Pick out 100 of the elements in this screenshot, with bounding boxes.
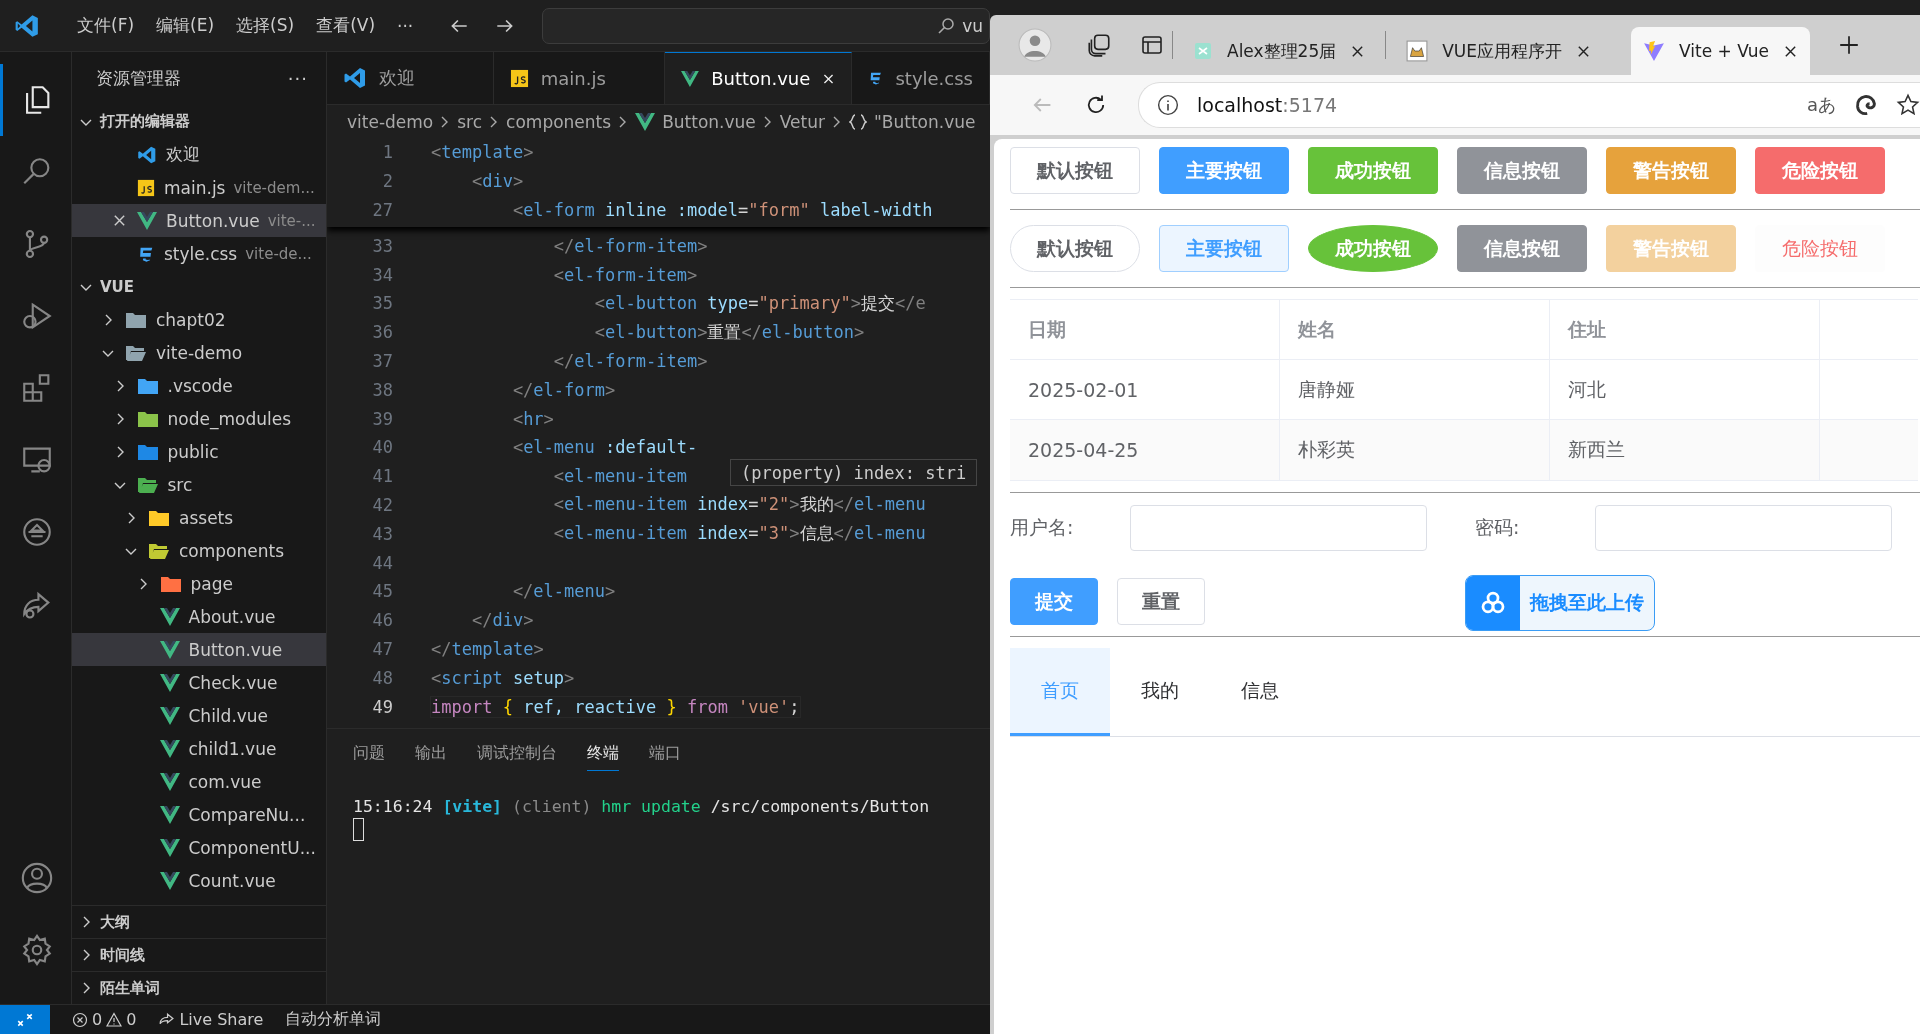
live-share-status[interactable]: Live Share xyxy=(158,1010,264,1029)
section-header[interactable]: 大纲 xyxy=(72,905,326,938)
folder-icon xyxy=(136,409,159,428)
breadcrumb-item[interactable]: vite-demo xyxy=(347,111,434,132)
vue-file-icon xyxy=(159,871,180,890)
table-cell: 唐静娅 xyxy=(1280,360,1550,419)
browser-tab[interactable]: Vite + Vue xyxy=(1631,27,1810,75)
folder-item[interactable]: assets xyxy=(72,501,326,534)
file-item[interactable]: Child.vue xyxy=(72,699,326,732)
menu-item[interactable]: 选择(S) xyxy=(225,14,306,37)
file-item[interactable]: ComponentU... xyxy=(72,831,326,864)
file-item[interactable]: About.vue xyxy=(72,600,326,633)
status-item[interactable]: 自动分析单词 xyxy=(285,1009,382,1030)
folder-item[interactable]: vite-demo xyxy=(72,336,326,369)
table-cell: 朴彩英 xyxy=(1280,420,1550,480)
open-editor-item[interactable]: style.css vite-de... xyxy=(72,237,326,270)
file-item[interactable]: CompareNu... xyxy=(72,798,326,831)
vue-file-icon xyxy=(159,739,180,758)
hover-tooltip: (property) index: stri xyxy=(730,459,978,487)
folder-item[interactable]: src xyxy=(72,468,326,501)
vue-file-icon xyxy=(159,838,180,857)
menu-item[interactable]: 编辑(E) xyxy=(145,14,226,37)
new-tab-icon[interactable] xyxy=(1837,34,1860,56)
vue-file-icon xyxy=(681,68,700,89)
line-number: 27 xyxy=(371,200,393,220)
breadcrumb-item[interactable]: components xyxy=(506,111,612,132)
editor-tab[interactable]: 欢迎 xyxy=(327,52,494,104)
problems-status[interactable]: 0 0 xyxy=(72,1010,137,1029)
file-item[interactable]: Check.vue xyxy=(72,666,326,699)
open-editor-item[interactable]: 欢迎 xyxy=(72,138,326,171)
code-line: </div> xyxy=(470,610,534,631)
terminal-line: 15:16:24 [vite] (client) hmr update /src/components/Button xyxy=(353,797,931,816)
breadcrumb-item[interactable]: src xyxy=(457,111,483,132)
open-editor-item[interactable]: main.js vite-dem... xyxy=(72,171,326,204)
input-field[interactable] xyxy=(1130,505,1427,551)
menu-item[interactable]: 查看(V) xyxy=(305,14,387,37)
editor-tab[interactable]: Button.vue xyxy=(665,52,853,104)
swirl-icon[interactable] xyxy=(1854,93,1878,117)
folder-item[interactable]: components xyxy=(72,534,326,567)
field-label: 用户名: xyxy=(1010,515,1075,540)
panel-tab[interactable]: 终端 xyxy=(587,737,619,771)
line-number: 34 xyxy=(371,264,393,285)
folder-item[interactable]: chapt02 xyxy=(72,303,326,336)
vue-file-icon xyxy=(159,640,180,659)
command-search-field[interactable]: vu xyxy=(542,7,990,44)
panel-tab[interactable]: 输出 xyxy=(415,737,447,771)
breadcrumb-item[interactable]: Vetur xyxy=(779,111,825,132)
read-aloud-icon[interactable]: aあ xyxy=(1806,93,1836,117)
address-bar[interactable]: localhost:5174 aあ xyxy=(1138,82,1920,128)
open-folder-icon xyxy=(148,541,170,560)
line-number: 38 xyxy=(371,379,393,400)
line-number: 1 xyxy=(381,142,393,163)
browser-tab[interactable]: Alex整理25届 xyxy=(1181,27,1378,75)
breadcrumb-item[interactable]: Button.vue xyxy=(662,111,756,132)
folder-item[interactable]: page xyxy=(72,567,326,600)
menu-item[interactable]: 文件(F) xyxy=(66,14,146,37)
line-number: 45 xyxy=(371,581,393,602)
profile-avatar-icon[interactable] xyxy=(1018,28,1052,62)
favorite-star-icon[interactable] xyxy=(1896,93,1920,117)
menu-item[interactable]: ··· xyxy=(386,15,425,36)
remote-button[interactable] xyxy=(0,1004,50,1034)
breadcrumb-item[interactable]: "Button.vue xyxy=(874,111,976,132)
workspaces-icon[interactable] xyxy=(1086,32,1112,58)
more-actions-icon[interactable]: ··· xyxy=(287,68,308,89)
open-editor-item[interactable]: Button.vue vite-... xyxy=(72,204,326,237)
input-field[interactable] xyxy=(1595,505,1892,551)
menu-item[interactable]: 信息 xyxy=(1210,648,1310,736)
folder-item[interactable]: .vscode xyxy=(72,369,326,402)
code-line: <el-button type="primary">提交</e xyxy=(593,291,926,315)
demo-button[interactable]: 默认按钮 xyxy=(1010,147,1140,194)
section-header[interactable]: 打开的编辑器 xyxy=(72,105,326,138)
folder-item[interactable]: node_modules xyxy=(72,402,326,435)
braces-icon xyxy=(849,113,867,130)
file-item[interactable]: Count.vue xyxy=(72,864,326,897)
code-line: <el-form-item> xyxy=(552,264,698,285)
line-number: 35 xyxy=(371,293,393,314)
section-header[interactable]: 时间线 xyxy=(72,938,326,971)
tab-actions-icon[interactable] xyxy=(1140,33,1164,57)
section-header[interactable]: VUE xyxy=(72,270,326,303)
panel-tab[interactable]: 端口 xyxy=(649,737,681,771)
file-item[interactable]: Button.vue xyxy=(72,633,326,666)
vue-file-icon xyxy=(159,706,180,725)
panel-tab[interactable]: 问题 xyxy=(353,737,385,771)
line-number: 37 xyxy=(371,350,393,371)
warning-icon xyxy=(106,1011,123,1028)
form-button[interactable]: 重置 xyxy=(1117,578,1205,625)
panel-tab[interactable]: 调试控制台 xyxy=(477,737,557,771)
vue-file-icon xyxy=(159,607,180,626)
info-icon[interactable] xyxy=(1157,94,1179,116)
menu-item[interactable]: 我的 xyxy=(1110,648,1210,736)
close-icon[interactable] xyxy=(112,213,127,228)
folder-icon xyxy=(148,508,170,527)
line-number: 33 xyxy=(371,235,393,256)
folder-item[interactable]: public xyxy=(72,435,326,468)
file-item[interactable]: child1.vue xyxy=(72,732,326,765)
code-line: <hr> xyxy=(511,408,554,429)
folder-icon xyxy=(159,574,182,593)
browser-tab[interactable]: VUE应用程序开 xyxy=(1394,27,1604,75)
file-item[interactable]: com.vue xyxy=(72,765,326,798)
demo-button[interactable]: 默认按钮 xyxy=(1010,225,1140,272)
